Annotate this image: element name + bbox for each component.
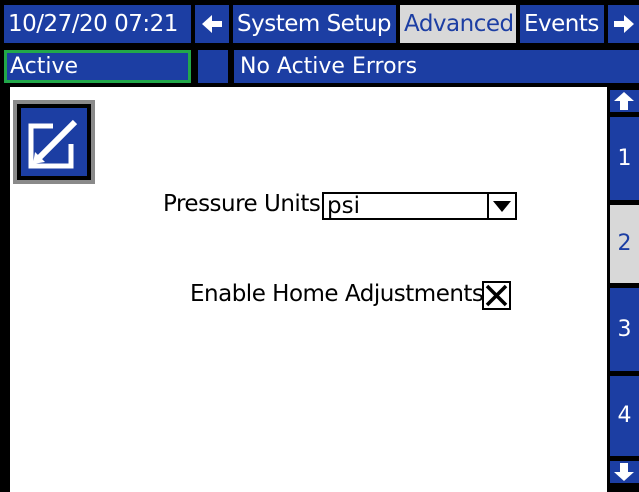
page-down-button[interactable] [610,461,639,483]
edit-button[interactable] [13,100,95,184]
arrow-up-icon [614,92,634,110]
tab-events[interactable]: Events [520,5,604,43]
main-panel: Pressure Units: psi Enable Home Adjustme… [10,87,607,492]
tab-advanced[interactable]: Advanced [400,5,516,43]
top-bar: 10/27/20 07:21 System Setup Advanced Eve… [0,0,639,47]
dropdown-arrow[interactable] [487,194,515,218]
error-status: No Active Errors [234,50,639,83]
page-4-button[interactable]: 4 [610,376,639,456]
screen: 10/27/20 07:21 System Setup Advanced Eve… [0,0,639,492]
page-2-button[interactable]: 2 [610,205,639,283]
tab-system-setup[interactable]: System Setup [233,5,396,43]
triangle-down-icon [493,201,511,212]
pressure-units-value: psi [327,193,360,219]
pressure-units-label: Pressure Units: [163,191,328,217]
checkmark-x-icon [485,284,508,307]
status-blank-cell [198,50,228,83]
arrow-left-icon [202,15,222,33]
enable-home-adjustments-label: Enable Home Adjustments: [190,281,491,307]
nav-right-button[interactable] [608,5,639,43]
pressure-units-select[interactable]: psi [322,192,517,220]
page-navigator: 1 2 3 4 [607,87,639,492]
arrow-down-icon [614,463,634,481]
enable-home-adjustments-checkbox[interactable] [482,281,511,310]
datetime-display: 10/27/20 07:21 [4,5,191,43]
nav-left-button[interactable] [195,5,229,43]
edit-button-face [21,108,87,176]
system-state-indicator: Active [4,50,191,83]
page-1-button[interactable]: 1 [610,117,639,200]
arrow-right-icon [613,15,634,33]
edit-pencil-icon [28,119,78,169]
page-up-button[interactable] [610,90,639,112]
page-3-button[interactable]: 3 [610,288,639,371]
status-bar: Active No Active Errors [0,47,639,87]
